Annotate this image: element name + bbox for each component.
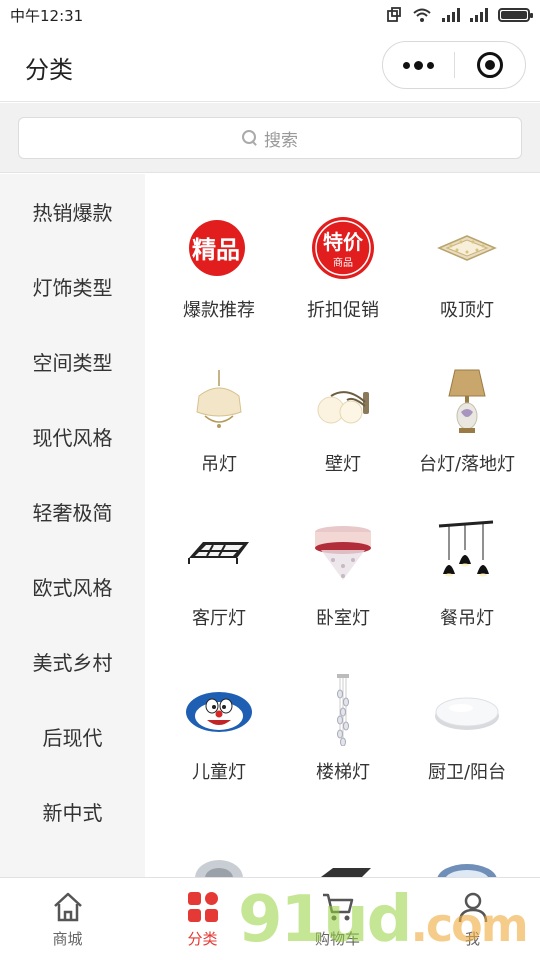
stair-light-image [307,674,379,746]
category-item-table-lamp[interactable]: 台灯/落地灯 [405,366,529,476]
category-item-hot-recommend[interactable]: 精品 爆款推荐 [157,212,281,322]
category-item-chandelier[interactable]: 吊灯 [157,366,281,476]
category-grid: 精品 爆款推荐 特价 商品 折扣促销 吸顶灯 吊灯 壁灯 台灯/落地灯 客厅灯 … [157,212,529,784]
search-icon [242,130,258,146]
wall-lamp-image [307,366,379,438]
category-label: 壁灯 [325,454,361,475]
sidebar-item-label: 灯饰类型 [32,276,113,300]
jingpin-badge-image: 精品 [183,212,255,284]
category-item-wall-lamp[interactable]: 壁灯 [281,366,405,476]
category-label: 折扣促销 [307,300,379,321]
signal-icon [470,8,488,22]
sidebar-item-label: 轻奢极简 [32,501,113,525]
jingpin-badge-text: 精品 [192,235,240,264]
sidebar-item-label: 后现代 [42,726,103,750]
category-item-kitchen-balcony[interactable]: 厨卫/阳台 [405,674,529,784]
category-icon [186,890,220,924]
dot-icon [414,60,423,70]
category-label: 爆款推荐 [183,300,255,321]
sidebar-item-label: 欧式风格 [32,576,113,600]
sidebar-item-label: 热销爆款 [32,201,113,225]
category-item-stair-light[interactable]: 楼梯灯 [281,674,405,784]
kitchen-balcony-light-image [431,674,503,746]
battery-icon [498,8,533,22]
status-bar: 中午12:31 [0,0,540,30]
category-item-bedroom-light[interactable]: 卧室灯 [281,520,405,630]
category-label: 厨卫/阳台 [427,762,507,783]
category-label: 卧室灯 [316,608,370,629]
tab-me[interactable]: 我 [405,878,540,960]
signal-icon [442,8,460,22]
tejia-badge-image: 特价 商品 [307,212,379,284]
more-button[interactable] [383,42,454,88]
category-item-kids-light[interactable]: 儿童灯 [157,674,281,784]
tab-label: 购物车 [314,929,360,948]
sidebar-item-lamp-types[interactable]: 灯饰类型 [0,249,145,324]
status-icons [386,7,533,23]
sidebar-item-new-chinese[interactable]: 新中式 [0,774,145,849]
dot-icon [427,61,434,69]
sidebar-item-european[interactable]: 欧式风格 [0,549,145,624]
tab-cart[interactable]: 购物车 [270,878,405,960]
chandelier-image [183,366,255,438]
category-label: 台灯/落地灯 [418,454,516,475]
sidebar-item-hot[interactable]: 热销爆款 [0,174,145,249]
cart-icon [321,890,355,924]
search-input[interactable]: 搜索 [18,117,522,159]
sidebar-item-american[interactable]: 美式乡村 [0,624,145,699]
wifi-icon [413,8,431,22]
ceiling-light-image [431,212,503,284]
category-item-ceiling-light[interactable]: 吸顶灯 [405,212,529,322]
tejia-badge-subtext: 商品 [333,256,353,269]
target-icon [476,52,503,78]
category-label: 吸顶灯 [440,300,494,321]
category-label: 楼梯灯 [316,762,370,783]
close-mini-program-button[interactable] [455,42,525,88]
category-item-living-room-light[interactable]: 客厅灯 [157,520,281,630]
bedroom-light-image [307,520,379,592]
tab-label: 分类 [187,929,218,948]
sidebar-item-modern[interactable]: 现代风格 [0,399,145,474]
sidebar-item-light-luxury[interactable]: 轻奢极简 [0,474,145,549]
tab-bar: 商城 分类 购物车 我 [0,877,540,960]
round-ceiling-image [405,850,529,877]
category-content: 精品 爆款推荐 特价 商品 折扣促销 吸顶灯 吊灯 壁灯 台灯/落地灯 客厅灯 … [145,174,540,877]
user-icon [456,890,490,924]
mini-program-capsule [382,41,526,89]
category-label: 儿童灯 [192,762,246,783]
rotate-lock-icon [387,7,401,22]
living-room-light-image [183,520,255,592]
spotlight-image [157,850,281,877]
panel-light-image [281,850,405,877]
tab-label: 我 [464,929,480,948]
status-time: 中午12:31 [10,6,84,25]
sidebar-item-label: 现代风格 [32,426,113,450]
search-area: 搜索 [0,103,540,173]
category-sidebar[interactable]: 热销爆款 灯饰类型 空间类型 现代风格 轻奢极简 欧式风格 美式乡村 后现代 新… [0,174,145,877]
tab-label: 商城 [52,929,83,948]
category-label: 餐吊灯 [440,608,494,629]
dot-icon [403,61,410,69]
sidebar-item-label: 美式乡村 [32,651,113,675]
sidebar-item-postmodern[interactable]: 后现代 [0,699,145,774]
kids-light-image [183,674,255,746]
sidebar-item-space-types[interactable]: 空间类型 [0,324,145,399]
tejia-badge-text: 特价 [323,230,364,254]
home-icon [51,890,85,924]
category-label: 客厅灯 [192,608,246,629]
category-item-dining-pendant[interactable]: 餐吊灯 [405,520,529,630]
search-placeholder: 搜索 [264,130,298,151]
next-row-partial [157,850,529,877]
dining-pendant-image [431,520,503,592]
sidebar-item-label: 新中式 [42,801,103,825]
category-label: 吊灯 [201,454,237,475]
category-item-discount[interactable]: 特价 商品 折扣促销 [281,212,405,322]
page-title: 分类 [25,56,73,84]
tab-category[interactable]: 分类 [135,878,270,960]
sidebar-item-chinese[interactable]: 中式 [0,849,145,877]
tab-home[interactable]: 商城 [0,878,135,960]
navigation-bar: 分类 [0,30,540,102]
table-lamp-image [431,366,503,438]
sidebar-item-label: 空间类型 [32,351,113,375]
